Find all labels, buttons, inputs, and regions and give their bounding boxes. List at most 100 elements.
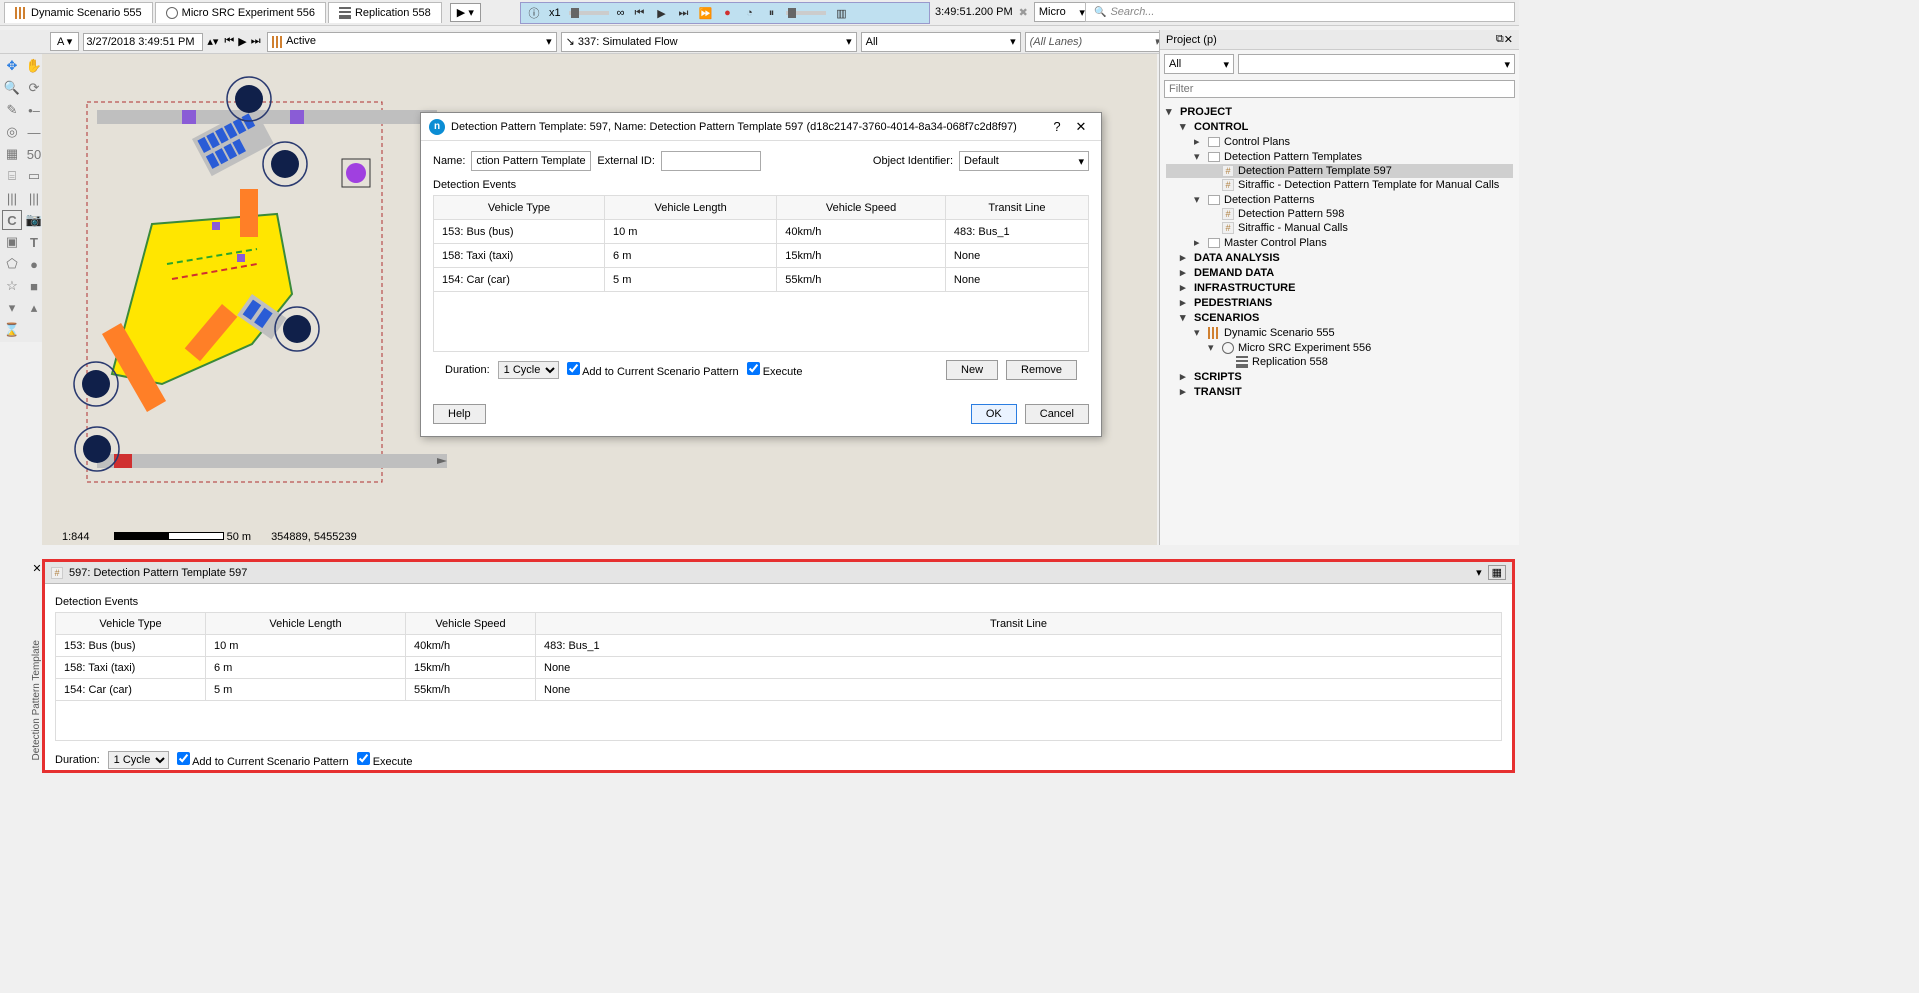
tree-rep558[interactable]: Replication 558 xyxy=(1166,355,1513,369)
flow-combo[interactable]: ↘ 337: Simulated Flow▾ xyxy=(561,32,857,52)
search-input[interactable]: Search... xyxy=(1085,2,1515,22)
panel-float-icon[interactable]: ⧉ xyxy=(1496,33,1504,46)
text-icon[interactable]: T xyxy=(24,232,44,252)
tree-transit[interactable]: ▸TRANSIT xyxy=(1166,384,1513,399)
pointer-icon[interactable]: ✥ xyxy=(2,56,22,76)
pen-icon[interactable]: ✎ xyxy=(2,100,22,120)
filter-all-combo[interactable]: All▾ xyxy=(1164,54,1234,74)
tree-dyn555[interactable]: ▾Dynamic Scenario 555 xyxy=(1166,325,1513,340)
objid-combo[interactable]: Default▾ xyxy=(959,151,1089,171)
tree-infrastructure[interactable]: ▸INFRASTRUCTURE xyxy=(1166,280,1513,295)
tree-dpt-folder[interactable]: ▾Detection Pattern Templates xyxy=(1166,149,1513,164)
up-icon[interactable]: ▴ xyxy=(24,298,44,318)
help-icon[interactable]: ? xyxy=(1045,119,1069,134)
cancel-button[interactable]: Cancel xyxy=(1025,404,1089,424)
zoom-icon[interactable]: 🔍 xyxy=(2,78,22,98)
tree-mcp[interactable]: ▸Master Control Plans xyxy=(1166,235,1513,250)
lower-add-current-checkbox[interactable]: Add to Current Scenario Pattern xyxy=(177,752,349,768)
tree-control[interactable]: ▾CONTROL xyxy=(1166,119,1513,134)
line-icon[interactable]: — xyxy=(24,122,44,142)
rotate-icon[interactable]: ⟳ xyxy=(24,78,44,98)
progress-slider[interactable] xyxy=(786,11,826,15)
table-row[interactable]: 153: Bus (bus)10 m40km/h483: Bus_1 xyxy=(56,635,1502,657)
date-stepper[interactable]: ▴▾ xyxy=(207,35,218,48)
execute-checkbox[interactable]: Execute xyxy=(747,362,803,378)
lower-execute-checkbox[interactable]: Execute xyxy=(357,752,413,768)
speed-slider[interactable] xyxy=(569,11,609,15)
tab-dynamic-scenario[interactable]: Dynamic Scenario 555 xyxy=(4,2,153,23)
bars2-icon[interactable]: ||| xyxy=(2,188,22,208)
tree-dpt-597[interactable]: #Detection Pattern Template 597 xyxy=(1166,164,1513,178)
table-row[interactable]: 158: Taxi (taxi)6 m15km/hNone xyxy=(434,244,1089,268)
node-icon[interactable]: •– xyxy=(24,100,44,120)
tree-data-analysis[interactable]: ▸DATA ANALYSIS xyxy=(1166,250,1513,265)
cube-icon[interactable]: ▣ xyxy=(2,232,22,252)
camera-icon[interactable]: 📷 xyxy=(24,210,44,230)
tree-micro556[interactable]: ▾Micro SRC Experiment 556 xyxy=(1166,340,1513,355)
lanes-combo[interactable]: (All Lanes)▾ xyxy=(1025,32,1165,52)
star-icon[interactable]: ☆ xyxy=(2,276,22,296)
clear-time-icon[interactable]: ✖ xyxy=(1019,6,1028,19)
all-combo[interactable]: All▾ xyxy=(861,32,1021,52)
filter-input[interactable] xyxy=(1164,80,1515,98)
datetime-input[interactable] xyxy=(83,33,203,51)
play-icon[interactable]: ▶ xyxy=(654,6,668,20)
lower-duration-combo[interactable]: 1 Cycle xyxy=(108,751,169,769)
remove-button[interactable]: Remove xyxy=(1006,360,1077,380)
tree-scripts[interactable]: ▸SCRIPTS xyxy=(1166,369,1513,384)
tree-dp-sitraffic[interactable]: #Sitraffic - Manual Calls xyxy=(1166,221,1513,235)
bars-icon[interactable]: ▥ xyxy=(834,6,848,20)
down-icon[interactable]: ▾ xyxy=(2,298,22,318)
panel-titlebar[interactable]: Project (p) ⧉ ✕ xyxy=(1160,30,1519,50)
col-transit-line[interactable]: Transit Line xyxy=(945,196,1088,220)
help-button[interactable]: Help xyxy=(433,404,486,424)
circle2-icon[interactable]: ● xyxy=(24,254,44,274)
extid-input[interactable] xyxy=(661,151,761,171)
active-combo[interactable]: Active▾ xyxy=(267,32,557,52)
c-icon[interactable]: C xyxy=(2,210,22,230)
blank-tool[interactable] xyxy=(24,320,44,340)
table-row[interactable]: 154: Car (car)5 m55km/hNone xyxy=(434,268,1089,292)
col-vehicle-type[interactable]: Vehicle Type xyxy=(434,196,605,220)
tree-demand-data[interactable]: ▸DEMAND DATA xyxy=(1166,265,1513,280)
lower-close-icon[interactable]: ✕ xyxy=(31,562,43,574)
bars3-icon[interactable]: ||| xyxy=(24,188,44,208)
tree-control-plans[interactable]: ▸Control Plans xyxy=(1166,134,1513,149)
table-row[interactable]: 153: Bus (bus)10 m40km/h483: Bus_1 xyxy=(434,220,1089,244)
dialog-titlebar[interactable]: n Detection Pattern Template: 597, Name:… xyxy=(421,113,1101,141)
col-vehicle-speed[interactable]: Vehicle Speed xyxy=(406,613,536,635)
skip-fwd-icon[interactable]: ⏭ xyxy=(676,6,690,20)
step-back-icon[interactable]: ⏮ xyxy=(222,35,236,48)
close-icon[interactable]: ✕ xyxy=(1069,119,1093,135)
square-icon[interactable]: ■ xyxy=(24,276,44,296)
skip-back-icon[interactable]: ⏮ xyxy=(632,6,646,20)
pentagon-icon[interactable]: ⬠ xyxy=(2,254,22,274)
col-vehicle-speed[interactable]: Vehicle Speed xyxy=(777,196,946,220)
table-row[interactable]: 158: Taxi (taxi)6 m15km/hNone xyxy=(56,657,1502,679)
lower-grid-icon[interactable]: ▦ xyxy=(1488,565,1506,580)
number-icon[interactable]: 50 xyxy=(24,144,44,164)
fast-fwd-icon[interactable]: ⏩ xyxy=(698,6,712,20)
col-vehicle-length[interactable]: Vehicle Length xyxy=(206,613,406,635)
play-dropdown[interactable]: ▶ ▾ xyxy=(450,3,481,22)
new-button[interactable]: New xyxy=(946,360,998,380)
info-icon[interactable]: ⓘ xyxy=(527,6,541,20)
add-current-checkbox[interactable]: Add to Current Scenario Pattern xyxy=(567,362,739,378)
vehicle-icon[interactable]: ▭ xyxy=(24,166,44,186)
record-icon[interactable]: ● xyxy=(720,6,734,20)
clock-icon[interactable]: ◔ xyxy=(742,6,756,20)
target-icon[interactable]: ◎ xyxy=(2,122,22,142)
grid-icon[interactable]: ▦ xyxy=(2,144,22,164)
filter-second-combo[interactable]: ▾ xyxy=(1238,54,1515,74)
col-transit-line[interactable]: Transit Line xyxy=(536,613,1502,635)
table-row[interactable]: 154: Car (car)5 m55km/hNone xyxy=(56,679,1502,701)
panel-close-icon[interactable]: ✕ xyxy=(1504,33,1513,46)
cylinder-icon[interactable]: ⌸ xyxy=(2,166,22,186)
name-input[interactable] xyxy=(471,151,591,171)
tree-dp-folder[interactable]: ▾Detection Patterns xyxy=(1166,192,1513,207)
step-fwd-icon[interactable]: ⏭ xyxy=(249,35,263,48)
duration-combo[interactable]: 1 Cycle xyxy=(498,361,559,379)
sim-mode-combo[interactable]: Micro▾ xyxy=(1034,2,1090,22)
tree-project[interactable]: ▾PROJECT xyxy=(1166,104,1513,119)
tree-dpt-sitraffic[interactable]: #Sitraffic - Detection Pattern Template … xyxy=(1166,178,1513,192)
